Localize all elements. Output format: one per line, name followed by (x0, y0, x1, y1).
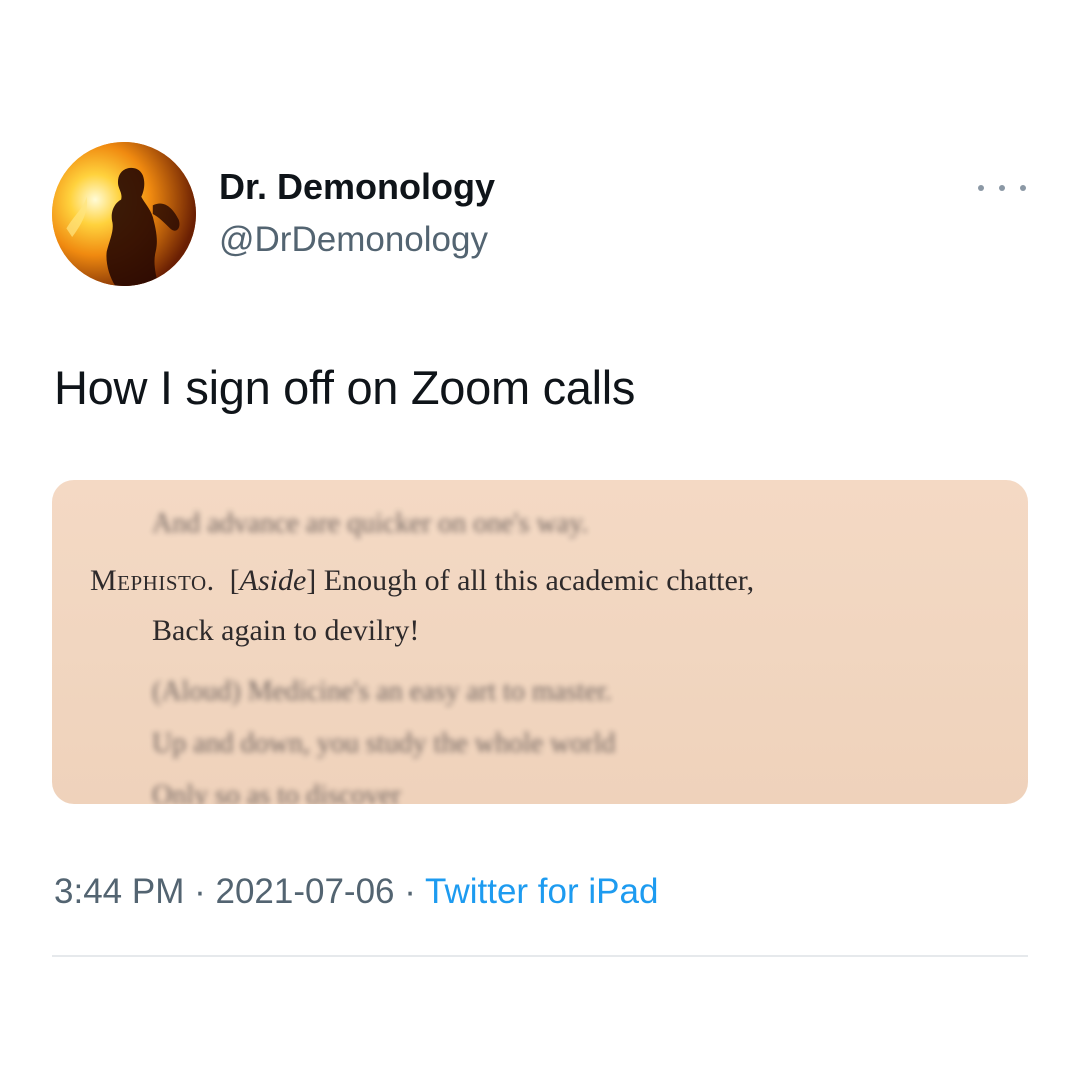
speaker-name: Mephisto. (90, 564, 215, 597)
book-line-2: Back again to devilry! (152, 614, 420, 647)
tweet-card: Dr. Demonology @DrDemonology How I sign … (0, 0, 1080, 1080)
tweet-metadata: 3:44 PM · 2021-07-06 · Twitter for iPad (54, 872, 658, 912)
more-dots-icon[interactable] (978, 176, 1026, 200)
tweet-text: How I sign off on Zoom calls (54, 361, 636, 414)
aside-word: Aside (239, 564, 307, 597)
blurred-line: And advance are quicker on one's way. (152, 508, 589, 539)
fire-silhouette-icon (52, 142, 196, 286)
author-handle[interactable]: @DrDemonology (219, 220, 488, 260)
author-display-name[interactable]: Dr. Demonology (219, 166, 495, 208)
tweet-time[interactable]: 3:44 PM (54, 872, 184, 911)
divider (52, 955, 1028, 957)
meta-separator: · (194, 872, 206, 911)
dot (978, 185, 984, 191)
tweet-date[interactable]: 2021-07-06 (215, 872, 394, 911)
tweet-source-link[interactable]: Twitter for iPad (425, 872, 658, 911)
aside-bracket: ] (306, 564, 317, 597)
dot (1020, 185, 1026, 191)
blurred-line: Only so as to discover (152, 780, 401, 804)
blurred-line: Up and down, you study the whole world (152, 728, 616, 759)
blurred-line: (Aloud) Medicine's an easy art to master… (152, 676, 612, 707)
avatar[interactable] (52, 142, 196, 286)
meta-separator: · (404, 872, 416, 911)
dot (999, 185, 1005, 191)
aside-bracket: [ (222, 564, 240, 597)
line-1-text: Enough of all this academic chatter, (323, 564, 755, 597)
book-line-1: Mephisto. [Aside] Enough of all this aca… (90, 564, 754, 598)
tweet-media-image[interactable]: And advance are quicker on one's way. Me… (52, 480, 1028, 804)
